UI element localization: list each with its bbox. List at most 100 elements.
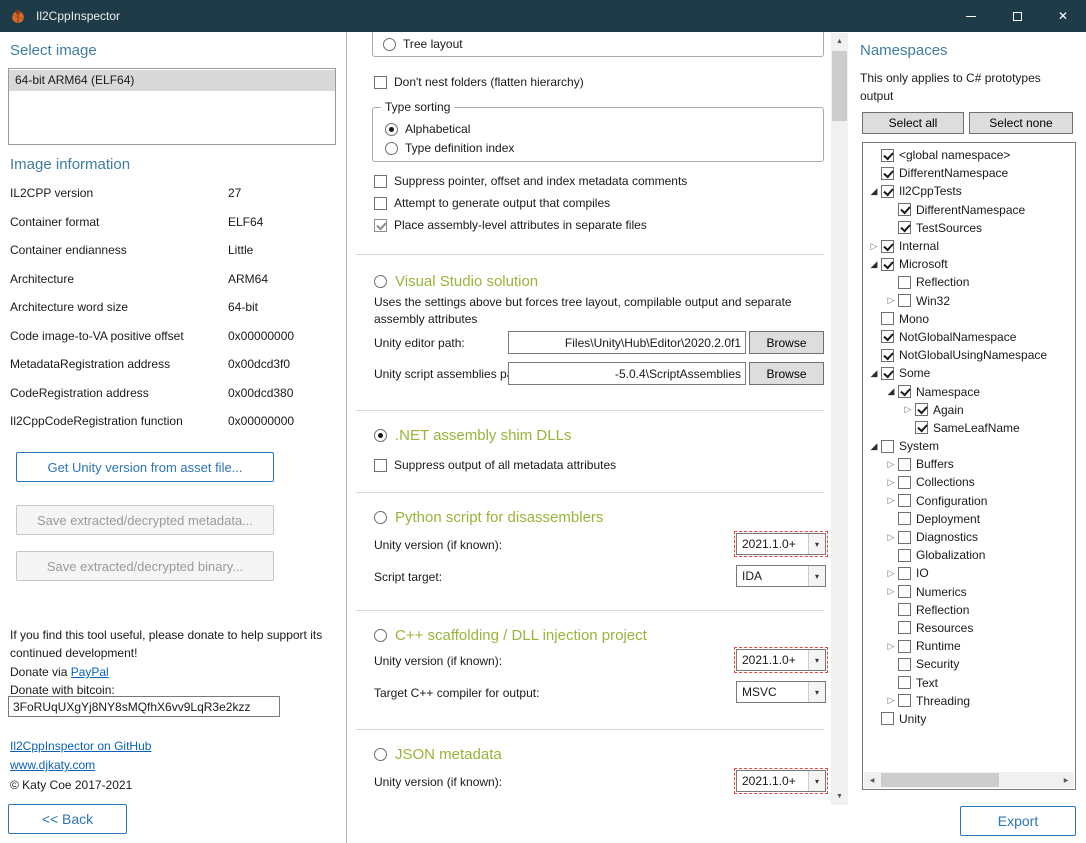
namespace-checkbox[interactable] bbox=[898, 494, 911, 507]
tree-item[interactable]: Security bbox=[864, 655, 1074, 673]
get-unity-version-button[interactable]: Get Unity version from asset file... bbox=[16, 452, 274, 482]
flatten-hierarchy-checkbox[interactable]: Don't nest folders (flatten hierarchy) bbox=[374, 73, 584, 91]
python-script-radio[interactable]: Python script for disassemblers bbox=[374, 506, 603, 528]
shim-dlls-radio[interactable]: .NET assembly shim DLLs bbox=[374, 424, 571, 446]
namespace-checkbox[interactable] bbox=[898, 203, 911, 216]
checkbox-icon[interactable] bbox=[374, 175, 387, 188]
collapse-icon[interactable]: ◢ bbox=[867, 440, 881, 453]
tree-item[interactable]: Reflection bbox=[864, 601, 1074, 619]
browse-editor-path-button[interactable]: Browse bbox=[749, 331, 824, 354]
back-button[interactable]: << Back bbox=[8, 804, 127, 834]
option-checkbox[interactable]: Place assembly-level attributes in separ… bbox=[374, 216, 687, 234]
tree-item[interactable]: ▷Collections bbox=[864, 473, 1074, 491]
radio-icon[interactable] bbox=[374, 511, 387, 524]
export-button[interactable]: Export bbox=[960, 806, 1076, 836]
tree-item[interactable]: ▷Again bbox=[864, 401, 1074, 419]
cpp-compiler-select[interactable]: MSVC ▾ bbox=[736, 681, 826, 703]
option-checkbox[interactable]: Suppress pointer, offset and index metad… bbox=[374, 172, 687, 190]
namespace-checkbox[interactable] bbox=[898, 221, 911, 234]
namespace-checkbox[interactable] bbox=[898, 585, 911, 598]
paypal-link[interactable]: PayPal bbox=[71, 665, 109, 679]
minimize-button[interactable] bbox=[948, 0, 994, 32]
tree-item[interactable]: ▷Runtime bbox=[864, 637, 1074, 655]
namespace-checkbox[interactable] bbox=[881, 440, 894, 453]
json-metadata-radio[interactable]: JSON metadata bbox=[374, 743, 502, 765]
checkbox-icon[interactable] bbox=[374, 197, 387, 210]
namespace-checkbox[interactable] bbox=[898, 276, 911, 289]
editor-path-input[interactable]: Files\Unity\Hub\Editor\2020.2.0f1 bbox=[508, 331, 746, 354]
namespace-checkbox[interactable] bbox=[915, 403, 928, 416]
namespace-checkbox[interactable] bbox=[898, 676, 911, 689]
sort-type-index-radio[interactable]: Type definition index bbox=[385, 139, 514, 157]
namespace-checkbox[interactable] bbox=[881, 185, 894, 198]
suppress-metadata-attributes-checkbox[interactable]: Suppress output of all metadata attribut… bbox=[374, 456, 616, 474]
tree-item[interactable]: ▷Diagnostics bbox=[864, 528, 1074, 546]
tree-item[interactable]: Unity bbox=[864, 710, 1074, 728]
namespace-checkbox[interactable] bbox=[898, 385, 911, 398]
radio-icon[interactable] bbox=[374, 629, 387, 642]
namespace-checkbox[interactable] bbox=[898, 458, 911, 471]
namespace-checkbox[interactable] bbox=[898, 512, 911, 525]
tree-item[interactable]: Text bbox=[864, 673, 1074, 691]
image-listbox[interactable]: 64-bit ARM64 (ELF64) bbox=[8, 68, 336, 145]
tree-horizontal-scrollbar[interactable]: ◀ ▶ bbox=[864, 772, 1074, 788]
scrollbar-thumb[interactable] bbox=[881, 773, 999, 787]
json-unity-version-select[interactable]: 2021.1.0+ ▾ bbox=[736, 770, 826, 792]
option-checkbox[interactable]: Attempt to generate output that compiles bbox=[374, 194, 687, 212]
center-scrollbar[interactable]: ▲ ▼ bbox=[831, 33, 848, 805]
namespace-checkbox[interactable] bbox=[898, 476, 911, 489]
collapse-icon[interactable]: ◢ bbox=[867, 258, 881, 271]
select-none-button[interactable]: Select none bbox=[969, 112, 1073, 134]
tree-item[interactable]: ▷Internal bbox=[864, 237, 1074, 255]
tree-item[interactable]: TestSources bbox=[864, 219, 1074, 237]
namespace-checkbox[interactable] bbox=[898, 621, 911, 634]
sort-alphabetical-radio[interactable]: Alphabetical bbox=[385, 120, 470, 138]
expand-icon[interactable]: ▷ bbox=[884, 640, 898, 653]
expand-icon[interactable]: ▷ bbox=[884, 567, 898, 580]
radio-icon[interactable] bbox=[374, 748, 387, 761]
tree-item[interactable]: DifferentNamespace bbox=[864, 201, 1074, 219]
tree-item[interactable]: ◢System bbox=[864, 437, 1074, 455]
scroll-right-button[interactable]: ▶ bbox=[1058, 772, 1074, 788]
tree-item[interactable]: ▷IO bbox=[864, 564, 1074, 582]
expand-icon[interactable]: ▷ bbox=[884, 494, 898, 507]
tree-item[interactable]: ▷Numerics bbox=[864, 583, 1074, 601]
python-unity-version-select[interactable]: 2021.1.0+ ▾ bbox=[736, 533, 826, 555]
radio-icon[interactable] bbox=[383, 38, 396, 51]
expand-icon[interactable]: ▷ bbox=[901, 403, 915, 416]
namespace-checkbox[interactable] bbox=[898, 640, 911, 653]
tree-item[interactable]: ◢Il2CppTests bbox=[864, 182, 1074, 200]
expand-icon[interactable]: ▷ bbox=[884, 531, 898, 544]
save-metadata-button[interactable]: Save extracted/decrypted metadata... bbox=[16, 505, 274, 535]
expand-icon[interactable]: ▷ bbox=[884, 458, 898, 471]
expand-icon[interactable]: ▷ bbox=[884, 585, 898, 598]
scrollbar-thumb[interactable] bbox=[832, 51, 847, 121]
tree-item[interactable]: ▷Configuration bbox=[864, 492, 1074, 510]
expand-icon[interactable]: ▷ bbox=[884, 476, 898, 489]
browse-assemblies-path-button[interactable]: Browse bbox=[749, 362, 824, 385]
checkbox-icon[interactable] bbox=[374, 459, 387, 472]
namespace-checkbox[interactable] bbox=[898, 694, 911, 707]
tree-item[interactable]: ▷Buffers bbox=[864, 455, 1074, 473]
namespace-checkbox[interactable] bbox=[881, 167, 894, 180]
expand-icon[interactable]: ▷ bbox=[867, 240, 881, 253]
radio-icon[interactable] bbox=[374, 275, 387, 288]
script-target-select[interactable]: IDA ▾ bbox=[736, 565, 826, 587]
website-link[interactable]: www.djkaty.com bbox=[10, 758, 95, 772]
namespace-checkbox[interactable] bbox=[898, 531, 911, 544]
radio-icon[interactable] bbox=[385, 142, 398, 155]
checkbox-icon[interactable] bbox=[374, 76, 387, 89]
scroll-up-button[interactable]: ▲ bbox=[831, 33, 848, 50]
tree-item[interactable]: SameLeafName bbox=[864, 419, 1074, 437]
namespace-checkbox[interactable] bbox=[881, 240, 894, 253]
tree-item[interactable]: Deployment bbox=[864, 510, 1074, 528]
tree-item[interactable]: ▷Threading bbox=[864, 692, 1074, 710]
namespace-checkbox[interactable] bbox=[915, 421, 928, 434]
image-list-item[interactable]: 64-bit ARM64 (ELF64) bbox=[9, 70, 335, 91]
cpp-scaffolding-radio[interactable]: C++ scaffolding / DLL injection project bbox=[374, 624, 647, 646]
collapse-icon[interactable]: ◢ bbox=[867, 367, 881, 380]
namespace-checkbox[interactable] bbox=[898, 294, 911, 307]
checkbox-icon[interactable] bbox=[374, 219, 387, 232]
assemblies-path-input[interactable]: -5.0.4\ScriptAssemblies bbox=[508, 362, 746, 385]
tree-item[interactable]: NotGlobalNamespace bbox=[864, 328, 1074, 346]
